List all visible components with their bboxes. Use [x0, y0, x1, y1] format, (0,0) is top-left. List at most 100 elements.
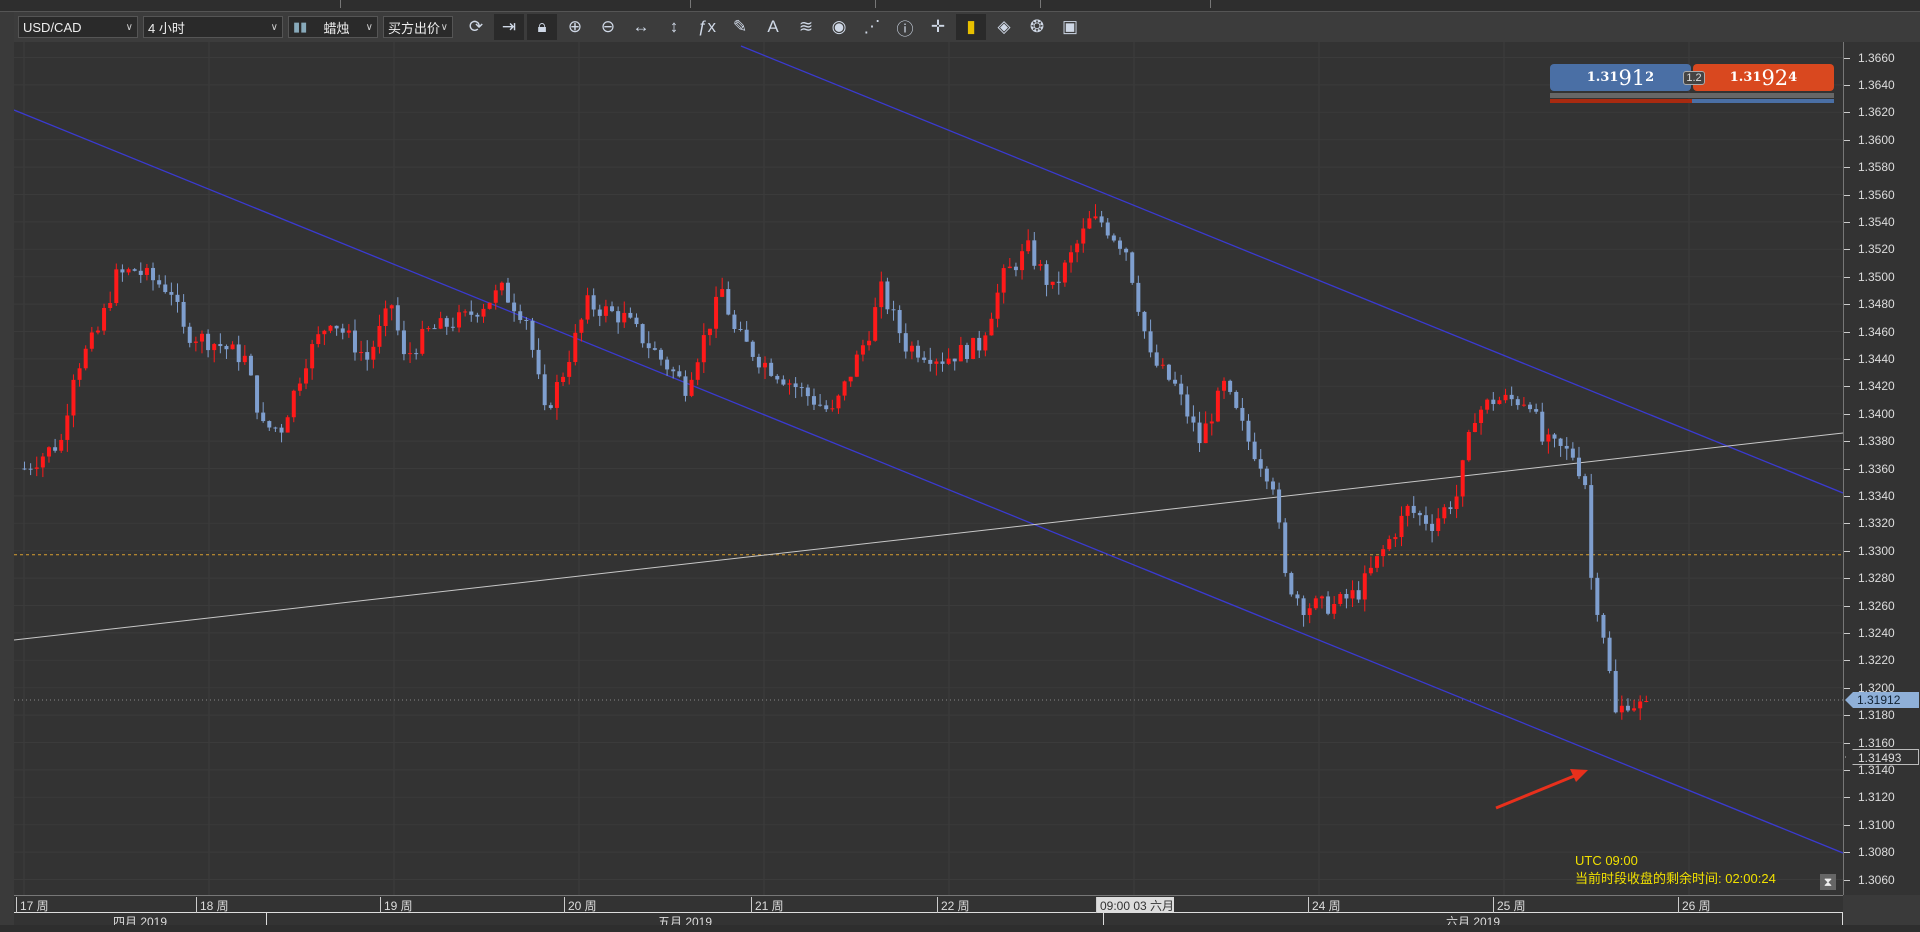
- candle-body: [885, 281, 890, 310]
- candle-body: [1160, 364, 1165, 366]
- ask-pip: 4: [1788, 70, 1798, 85]
- timeframe-select[interactable]: 4 小时 ∨: [143, 16, 283, 38]
- candle-body: [1117, 240, 1122, 249]
- candle-body: [689, 379, 694, 396]
- candle-body: [536, 349, 541, 375]
- candle-body: [1179, 383, 1184, 395]
- ask-big: 92: [1761, 65, 1789, 90]
- week-label: 19 周: [380, 897, 413, 913]
- spread-value: 1.2: [1683, 71, 1705, 85]
- week-label: 17 周: [16, 897, 49, 913]
- candle-body: [518, 311, 523, 320]
- candle-body: [530, 320, 535, 350]
- candle-body: [34, 467, 39, 469]
- candle-body: [22, 468, 27, 470]
- channel-upper-line: [740, 45, 1844, 494]
- candle-body: [726, 289, 731, 315]
- volume-bars-icon[interactable]: ▮: [956, 14, 986, 40]
- candle-body: [438, 318, 443, 329]
- candle-body: [793, 383, 798, 388]
- price-axis[interactable]: 1.3660 1.3640 1.3620 1.3600 1.3580 1.3560 1.35…: [1843, 42, 1920, 895]
- candle-body: [1405, 505, 1410, 516]
- save-icon[interactable]: ▣: [1055, 14, 1085, 40]
- sell-button[interactable]: 1.31 91 2: [1550, 64, 1691, 91]
- zoom-out-icon[interactable]: ⊖: [593, 14, 623, 40]
- chart-type-select[interactable]: ▮▮ 蜡烛 ∨: [288, 16, 378, 38]
- auto-scroll-icon[interactable]: ⇥: [494, 14, 524, 40]
- candle-body: [1332, 603, 1337, 614]
- candle-body: [1215, 390, 1220, 422]
- buy-button[interactable]: 1.31 92 4: [1693, 64, 1834, 91]
- candle-body: [1044, 264, 1049, 285]
- candle-body: [475, 314, 480, 317]
- candle-body: [1283, 522, 1288, 574]
- signals-icon[interactable]: ⋰: [857, 14, 887, 40]
- candle-body: [352, 330, 357, 353]
- candle-body: [157, 280, 162, 285]
- candle-body: [848, 376, 853, 382]
- price-chart[interactable]: 1.31 91 2 1.2 1.31 92 4: [13, 42, 1844, 895]
- fill-bucket-icon[interactable]: ◈: [989, 14, 1019, 40]
- text-annotation-icon[interactable]: A: [758, 14, 788, 40]
- refresh-icon[interactable]: ⟳: [461, 14, 491, 40]
- timeframe-value: 4 小时: [148, 20, 185, 36]
- candle-body: [707, 328, 712, 336]
- hourglass-icon[interactable]: ⧗: [1820, 874, 1836, 890]
- week-label: 25 周: [1493, 897, 1526, 913]
- crosshair-icon[interactable]: ✛: [923, 14, 953, 40]
- pencil-draw-icon[interactable]: ✎: [725, 14, 755, 40]
- candle-body: [1338, 594, 1343, 604]
- candle-body: [1442, 507, 1447, 519]
- info-icon[interactable]: ⓘ: [890, 14, 920, 40]
- candle-body: [1228, 380, 1233, 392]
- candle-body: [1607, 637, 1612, 672]
- status-strip: [0, 925, 1920, 932]
- candle-body: [291, 390, 296, 418]
- symbol-select[interactable]: USD/CAD ∨: [18, 16, 138, 38]
- candle-body: [1350, 590, 1355, 599]
- candle-body: [873, 307, 878, 341]
- candle-body: [634, 317, 639, 325]
- candle-body: [928, 359, 933, 364]
- theme-icon[interactable]: ❂: [1022, 14, 1052, 40]
- candle-body: [1038, 264, 1043, 266]
- visibility-eye-icon[interactable]: ◉: [824, 14, 854, 40]
- indicators-fx-icon[interactable]: ƒx: [692, 14, 722, 40]
- vertical-scale-icon[interactable]: ↕: [659, 14, 689, 40]
- candle-body: [365, 352, 370, 360]
- candle-body: [1240, 407, 1245, 421]
- candle-body: [297, 383, 302, 391]
- candle-body: [1344, 594, 1349, 599]
- chevron-down-icon: ∨: [125, 21, 133, 33]
- candle-body: [95, 330, 100, 333]
- chart-canvas[interactable]: [13, 42, 1844, 895]
- candle-body: [1423, 515, 1428, 524]
- candle-body: [1197, 422, 1202, 444]
- candle-body: [1307, 608, 1312, 616]
- candle-body: [946, 358, 951, 364]
- candle-body: [1448, 507, 1453, 510]
- candle-body: [1166, 364, 1171, 380]
- candle-body: [860, 345, 865, 355]
- candle-body: [371, 346, 376, 360]
- trend-line: [13, 432, 1844, 641]
- time-axis[interactable]: 17 周 18 周 19 周 20 周 21 周 22 周 24 周 25 周 26 周 09:0…: [14, 895, 1843, 930]
- candle-body: [175, 294, 180, 302]
- candle-body: [1203, 423, 1208, 444]
- candle-body: [138, 270, 143, 275]
- candle-body: [616, 311, 621, 323]
- price-type-select[interactable]: 买方出价 ∨: [383, 16, 453, 38]
- candle-body: [212, 344, 217, 351]
- horizontal-scale-icon[interactable]: ↔: [626, 14, 656, 40]
- chart-toolbar: USD/CAD ∨ 4 小时 ∨ ▮▮ 蜡烛 ∨ 买方出价 ∨ ⟳ ⇥ 🔒︎ ⊕ ⊖ ↔ ↕ ƒx ✎ A ≋…: [14, 12, 1920, 42]
- lock-icon[interactable]: 🔒︎: [527, 14, 557, 40]
- week-label: 22 周: [937, 897, 970, 913]
- candle-body: [1472, 422, 1477, 432]
- candle-body: [952, 358, 957, 362]
- layers-icon[interactable]: ≋: [791, 14, 821, 40]
- zoom-in-icon[interactable]: ⊕: [560, 14, 590, 40]
- candle-body: [1625, 705, 1630, 711]
- candle-body: [977, 337, 982, 351]
- candle-body: [1154, 352, 1159, 366]
- candle-body: [1454, 496, 1459, 510]
